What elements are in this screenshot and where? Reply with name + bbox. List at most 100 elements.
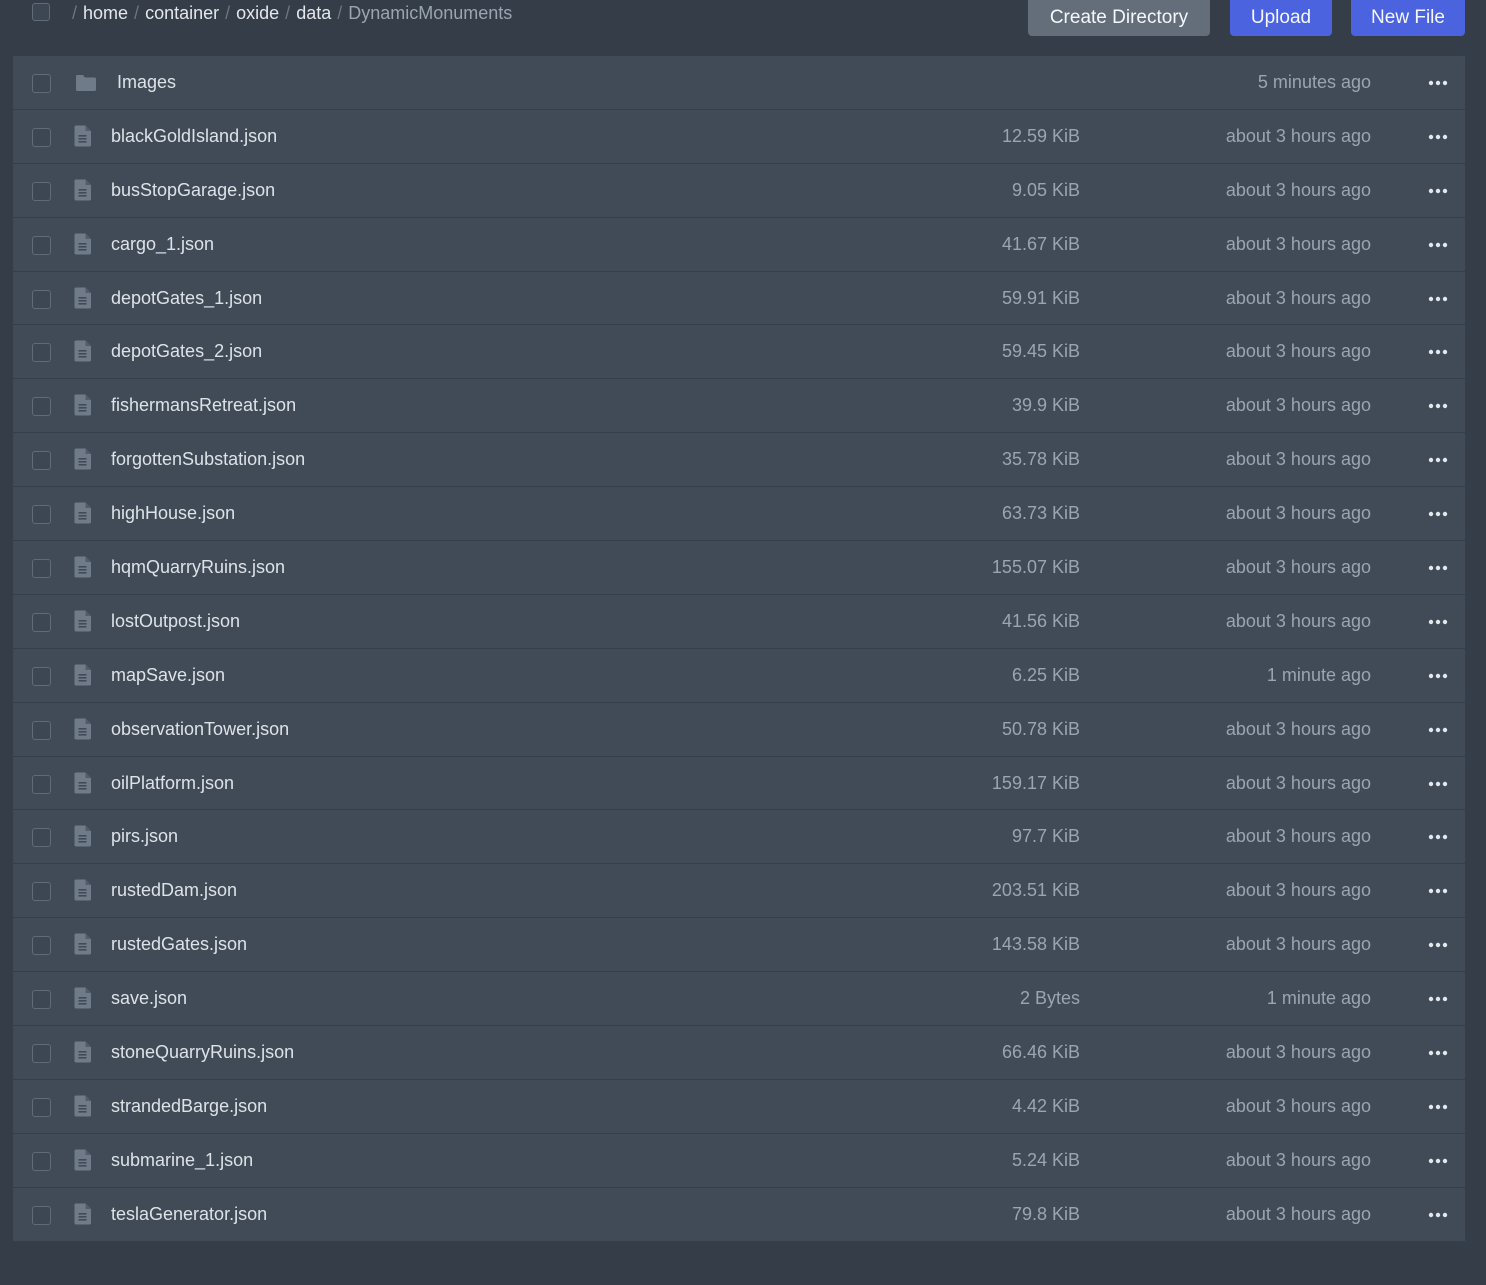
file-name[interactable]: stoneQuarryRuins.json [111, 1041, 294, 1063]
file-row[interactable]: pirs.json 97.7 KiB about 3 hours ago [13, 810, 1465, 865]
more-options-icon[interactable] [1427, 882, 1449, 900]
row-select-checkbox[interactable] [32, 74, 51, 93]
more-options-icon[interactable] [1427, 990, 1449, 1008]
row-select-checkbox[interactable] [32, 235, 51, 255]
more-options-icon[interactable] [1427, 775, 1449, 793]
row-select-checkbox[interactable] [32, 559, 51, 579]
more-options-icon[interactable] [1427, 721, 1449, 739]
select-all-checkbox[interactable] [32, 3, 50, 21]
file-row[interactable]: hqmQuarryRuins.json 155.07 KiB about 3 hou… [13, 541, 1465, 595]
directory-row[interactable]: Images 5 minutes ago [13, 56, 1465, 110]
more-options-icon[interactable] [1427, 667, 1449, 685]
row-select-checkbox[interactable] [32, 720, 51, 740]
row-select-checkbox[interactable] [32, 882, 51, 902]
row-select-checkbox[interactable] [32, 666, 51, 686]
breadcrumb-data[interactable]: data [296, 3, 331, 23]
row-select-checkbox[interactable] [32, 451, 51, 471]
row-select-checkbox[interactable] [32, 774, 51, 794]
file-name[interactable]: forgottenSubstation.json [111, 448, 305, 470]
file-name[interactable]: rustedDam.json [111, 879, 237, 901]
file-name[interactable]: hqmQuarryRuins.json [111, 556, 285, 578]
row-select-checkbox[interactable] [32, 990, 51, 1010]
file-row[interactable]: forgottenSubstation.json 35.78 KiB about 3… [13, 433, 1465, 488]
breadcrumb-home[interactable]: home [83, 3, 128, 23]
file-row[interactable]: rustedDam.json 203.51 KiB about 3 hours ag… [13, 864, 1465, 919]
file-row[interactable]: strandedBarge.json 4.42 KiB about 3 hours … [13, 1079, 1465, 1134]
file-row[interactable]: cargo_1.json 41.67 KiB about 3 hours ago [13, 217, 1465, 272]
row-select-checkbox[interactable] [32, 127, 51, 147]
file-row[interactable]: save.json 2 Bytes 1 minute ago [13, 972, 1465, 1027]
create-directory-button[interactable]: Create Directory [1028, 0, 1210, 36]
upload-button[interactable]: Upload [1230, 0, 1332, 36]
new-file-button[interactable]: New File [1351, 0, 1465, 36]
file-name[interactable]: Images [117, 71, 176, 93]
file-name[interactable]: cargo_1.json [111, 233, 214, 255]
file-row[interactable]: blackGoldIsland.json 12.59 KiB about 3 hou… [13, 109, 1465, 164]
file-row[interactable]: teslaGenerator.json 79.8 KiB about 3 hours… [13, 1187, 1465, 1242]
file-name[interactable]: depotGates_1.json [111, 287, 262, 309]
modified-time: about 3 hours ago [1225, 1042, 1371, 1063]
file-row[interactable]: lostOutpost.json 41.56 KiB about 3 hours a… [13, 594, 1465, 649]
more-options-icon[interactable] [1427, 451, 1449, 469]
file-row[interactable]: depotGates_2.json 59.45 KiB about 3 hours … [13, 325, 1465, 380]
file-row[interactable]: rustedGates.json 143.58 KiB about 3 hours … [13, 918, 1465, 973]
more-options-icon[interactable] [1427, 1206, 1449, 1224]
more-options-icon[interactable] [1427, 128, 1449, 146]
row-select-checkbox[interactable] [32, 289, 51, 309]
breadcrumb-container[interactable]: container [145, 3, 219, 23]
file-name[interactable]: blackGoldIsland.json [111, 125, 277, 147]
file-name[interactable]: lostOutpost.json [111, 610, 240, 632]
more-options-icon[interactable] [1427, 1098, 1449, 1116]
file-name[interactable]: depotGates_2.json [111, 340, 262, 362]
more-options-icon[interactable] [1427, 74, 1449, 92]
file-name[interactable]: busStopGarage.json [111, 179, 275, 201]
more-options-icon[interactable] [1427, 828, 1449, 846]
more-options-icon[interactable] [1427, 182, 1449, 200]
file-name[interactable]: save.json [111, 987, 187, 1009]
more-options-icon[interactable] [1427, 397, 1449, 415]
more-options-icon[interactable] [1427, 559, 1449, 577]
row-select-checkbox[interactable] [32, 505, 51, 525]
row-select-checkbox[interactable] [32, 1044, 51, 1064]
row-select-checkbox[interactable] [32, 1097, 51, 1117]
file-row[interactable]: highHouse.json 63.73 KiB about 3 hours ago [13, 487, 1465, 542]
file-icon [74, 125, 96, 147]
more-options-icon[interactable] [1427, 1152, 1449, 1170]
breadcrumb-oxide[interactable]: oxide [236, 3, 279, 23]
row-select-checkbox[interactable] [32, 1151, 51, 1171]
more-options-icon[interactable] [1427, 236, 1449, 254]
file-icon [74, 987, 96, 1009]
file-name[interactable]: submarine_1.json [111, 1149, 253, 1171]
file-row[interactable]: busStopGarage.json 9.05 KiB about 3 hours … [13, 163, 1465, 218]
more-options-icon[interactable] [1427, 613, 1449, 631]
row-select-checkbox[interactable] [32, 181, 51, 201]
row-select-checkbox[interactable] [32, 936, 51, 956]
more-options-icon[interactable] [1427, 1044, 1449, 1062]
file-name[interactable]: highHouse.json [111, 502, 235, 524]
more-options-icon[interactable] [1427, 343, 1449, 361]
file-name[interactable]: strandedBarge.json [111, 1095, 267, 1117]
file-name[interactable]: observationTower.json [111, 718, 289, 740]
file-size: 39.9 KiB [1011, 395, 1080, 416]
file-row[interactable]: fishermansRetreat.json 39.9 KiB about 3 ho… [13, 379, 1465, 434]
file-name[interactable]: teslaGenerator.json [111, 1203, 267, 1225]
file-name[interactable]: fishermansRetreat.json [111, 394, 296, 416]
file-row[interactable]: oilPlatform.json 159.17 KiB about 3 hours … [13, 756, 1465, 811]
file-row[interactable]: stoneQuarryRuins.json 66.46 KiB about 3 ho… [13, 1026, 1465, 1080]
more-options-icon[interactable] [1427, 505, 1449, 523]
more-options-icon[interactable] [1427, 290, 1449, 308]
more-options-icon[interactable] [1427, 936, 1449, 954]
file-name[interactable]: oilPlatform.json [111, 772, 234, 794]
file-row[interactable]: submarine_1.json 5.24 KiB about 3 hours ag… [13, 1133, 1465, 1188]
file-row[interactable]: observationTower.json 50.78 KiB about 3 ho… [13, 702, 1465, 757]
file-name[interactable]: mapSave.json [111, 664, 225, 686]
file-name[interactable]: rustedGates.json [111, 933, 247, 955]
row-select-checkbox[interactable] [32, 612, 51, 632]
file-row[interactable]: mapSave.json 6.25 KiB 1 minute ago [13, 648, 1465, 703]
row-select-checkbox[interactable] [32, 397, 51, 417]
file-row[interactable]: depotGates_1.json 59.91 KiB about 3 hours … [13, 271, 1465, 326]
row-select-checkbox[interactable] [32, 828, 51, 848]
file-name[interactable]: pirs.json [111, 825, 178, 847]
row-select-checkbox[interactable] [32, 1205, 51, 1225]
row-select-checkbox[interactable] [32, 343, 51, 363]
